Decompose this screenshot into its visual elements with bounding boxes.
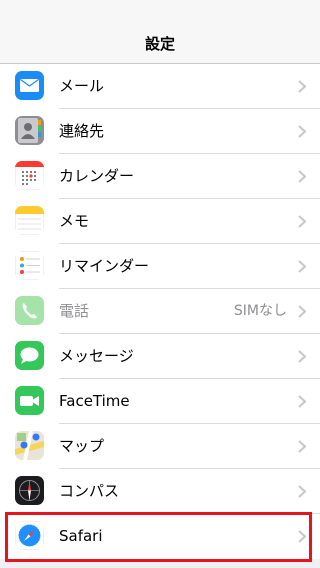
row-label: リマインダー <box>59 257 150 275</box>
row-label: FaceTime <box>59 392 130 410</box>
contacts-icon <box>15 116 44 145</box>
row-label: メモ <box>59 212 90 230</box>
row-label: メール <box>59 77 105 95</box>
row-label: メッセージ <box>59 347 134 365</box>
settings-row-mail[interactable]: メール <box>0 64 320 109</box>
settings-row-phone[interactable]: 電話 SIMなし <box>0 289 320 334</box>
settings-list: メール 連絡先 カレンダー メモ リマインダー 電話 SIMなし メッセージ F… <box>0 64 320 559</box>
settings-row-facetime[interactable]: FaceTime <box>0 379 320 424</box>
row-label: コンパス <box>59 482 120 500</box>
reminders-icon <box>15 251 44 280</box>
chevron-right-icon <box>298 80 306 93</box>
settings-row-maps[interactable]: マップ <box>0 424 320 469</box>
chevron-right-icon <box>298 395 306 408</box>
messages-icon <box>15 341 44 370</box>
calendar-icon <box>15 161 44 190</box>
chevron-right-icon <box>298 170 306 183</box>
row-label: 連絡先 <box>59 122 105 140</box>
chevron-right-icon <box>298 215 306 228</box>
notes-icon <box>15 206 44 235</box>
chevron-right-icon <box>298 350 306 363</box>
chevron-right-icon <box>298 125 306 138</box>
navigation-bar: 設定 <box>0 0 320 64</box>
chevron-right-icon <box>298 305 306 318</box>
settings-row-compass[interactable]: コンパス <box>0 469 320 514</box>
settings-row-notes[interactable]: メモ <box>0 199 320 244</box>
phone-icon <box>15 296 44 325</box>
row-label: カレンダー <box>59 167 135 185</box>
compass-icon <box>15 476 44 505</box>
settings-row-calendar[interactable]: カレンダー <box>0 154 320 199</box>
chevron-right-icon <box>298 260 306 273</box>
maps-icon <box>15 431 44 460</box>
settings-row-reminders[interactable]: リマインダー <box>0 244 320 289</box>
row-label: マップ <box>59 437 105 455</box>
settings-row-contacts[interactable]: 連絡先 <box>0 109 320 154</box>
chevron-right-icon <box>298 485 306 498</box>
safari-highlight-frame <box>5 512 312 562</box>
mail-icon <box>15 71 44 100</box>
row-value: SIMなし <box>233 303 287 319</box>
row-label: 電話 <box>59 302 90 320</box>
settings-row-messages[interactable]: メッセージ <box>0 334 320 379</box>
chevron-right-icon <box>298 440 306 453</box>
facetime-icon <box>15 386 44 415</box>
page-title: 設定 <box>144 35 175 53</box>
